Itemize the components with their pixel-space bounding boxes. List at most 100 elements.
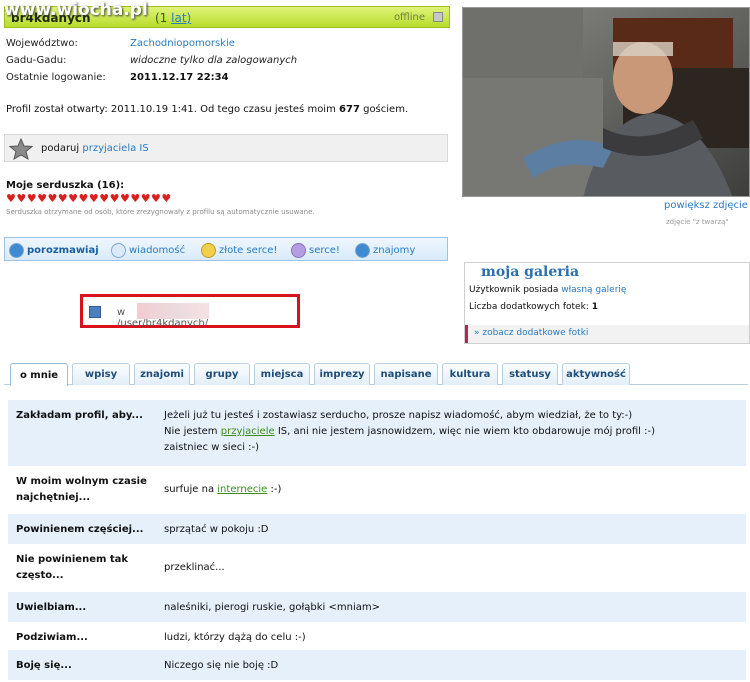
gallery-title: moja galeria: [481, 264, 580, 280]
gallery-box: moja galeria Użytkownik posiada własną g…: [464, 262, 750, 344]
table-row: Uwielbiam... naleśniki, pierogi ruskie, …: [8, 592, 746, 622]
row-value: Niczego się nie boję :D: [164, 660, 279, 671]
row-label: Boję się...: [16, 660, 72, 671]
enlarge-photo-link[interactable]: powiększ zdjęcie: [664, 200, 748, 211]
person-icon: [355, 242, 370, 258]
opened-prefix: Profil został otwarty: 2011.10.19 1:41. …: [6, 104, 336, 115]
link-icon: [89, 306, 101, 318]
chat-label: porozmawiaj: [27, 244, 99, 256]
row-value: sprzątać w pokoju :D: [164, 524, 269, 535]
table-row: Powinienem częściej... sprzątać w pokoju…: [8, 514, 746, 544]
age-prefix: (1: [155, 11, 168, 25]
profile-tabs: o mnie wpisy znajomi grupy miejsca impre…: [4, 355, 748, 386]
hearts-title: Moje serduszka (16):: [6, 180, 125, 191]
row-value-line: Jeżeli już tu jesteś i zostawiasz serduc…: [164, 410, 633, 421]
heart-button[interactable]: serce!: [291, 242, 340, 258]
row-label: Nie powinienem tak często...: [16, 554, 129, 581]
last-login-value: 2011.12.17 22:34: [130, 72, 229, 83]
message-button[interactable]: wiadomość: [111, 242, 185, 258]
watermark-logo: www.wiocha.pl: [4, 0, 148, 20]
status-square-icon: [433, 12, 443, 22]
line-part-after: IS, ani nie jestem jasnowidzem, więc nie…: [274, 426, 656, 437]
row-value-line: zaistniec w sieci :-): [164, 442, 260, 453]
row-value: naleśniki, pierogi ruskie, gołąbki <mnia…: [164, 602, 380, 613]
message-label: wiadomość: [129, 244, 186, 256]
row-label: Podziwiam...: [16, 632, 88, 643]
gold-heart-icon: [201, 242, 216, 258]
gift-friend-row[interactable]: podaruj przyjaciela IS: [4, 134, 448, 162]
gold-heart-label: złote serce!: [219, 244, 278, 256]
region-value[interactable]: Zachodniopomorskie: [130, 38, 235, 49]
last-login-label: Ostatnie logowanie:: [6, 72, 106, 83]
heart-label: serce!: [309, 244, 340, 256]
chat-button[interactable]: porozmawiaj: [9, 242, 99, 258]
tab-imprezy[interactable]: imprezy: [314, 363, 370, 385]
visitor-count: 677: [339, 104, 360, 115]
row-value: Jeżeli już tu jesteś i zostawiasz serduc…: [164, 408, 655, 456]
gallery-more-bar[interactable]: » zobacz dodatkowe fotki: [465, 325, 749, 343]
hearts-note: Serduszka otrzymane od osób, które zrezy…: [6, 208, 315, 216]
envelope-icon: [111, 242, 126, 258]
tab-miejsca[interactable]: miejsca: [254, 363, 310, 385]
chat-icon: [9, 242, 24, 258]
tab-statusy[interactable]: statusy: [502, 363, 558, 385]
censor-blur: [137, 303, 209, 319]
tab-kultura[interactable]: kultura: [442, 363, 498, 385]
tab-wpisy[interactable]: wpisy: [72, 363, 130, 385]
hearts-row: ♥♥♥♥♥♥♥♥♥♥♥♥♥♥♥♥: [6, 192, 172, 205]
profile-photo-image: [463, 8, 749, 196]
tab-grupy[interactable]: grupy: [194, 363, 250, 385]
profile-action-bar: porozmawiaj wiadomość złote serce! serce…: [4, 237, 448, 261]
gallery-more-link[interactable]: » zobacz dodatkowe fotki: [474, 328, 588, 338]
gallery-count-line: Liczba dodatkowych fotek: 1: [469, 302, 598, 312]
heart-icon: [291, 242, 306, 258]
star-icon: [9, 138, 33, 160]
gold-heart-button[interactable]: złote serce!: [201, 242, 277, 258]
region-label: Województwo:: [6, 38, 78, 49]
profile-opened-text: Profil został otwarty: 2011.10.19 1:41. …: [6, 104, 408, 115]
tab-o-mnie[interactable]: o mnie: [10, 363, 68, 386]
age-link[interactable]: lat): [171, 11, 191, 25]
row-label: W moim wolnym czasie najchętniej...: [16, 476, 147, 503]
profile-photo[interactable]: [462, 7, 750, 197]
friends-button[interactable]: znajomy: [355, 242, 415, 258]
row-value: ludzi, którzy dążą do celu :-): [164, 632, 306, 643]
friends-label: znajomy: [373, 244, 416, 256]
row-value-line-linked: Nie jestem przyjaciele IS, ani nie jeste…: [164, 424, 655, 440]
url-prefix: w: [117, 307, 126, 318]
table-row: Nie powinienem tak często... przeklinać.…: [8, 544, 746, 592]
friends-link[interactable]: przyjaciele: [221, 426, 275, 437]
row-value: surfuje na internecie :-): [164, 482, 281, 498]
row-label: Powinienem częściej...: [16, 524, 144, 535]
table-row: Zakładam profil, aby... Jeżeli już tu je…: [8, 400, 746, 466]
table-row: Podziwiam... ludzi, którzy dążą do celu …: [8, 622, 746, 650]
row-label: Uwielbiam...: [16, 602, 87, 613]
profile-url-box[interactable]: w/user/br4kdanych/: [80, 294, 300, 329]
tab-napisane[interactable]: napisane: [374, 363, 438, 385]
gallery-owner-line: Użytkownik posiada własną galerię: [469, 285, 626, 295]
row-value: przeklinać...: [164, 562, 225, 573]
line-part-after: :-): [267, 484, 282, 495]
gift-text: podaruj przyjaciela IS: [41, 143, 149, 154]
gift-label: podaruj: [41, 143, 80, 154]
online-status: offline: [393, 12, 425, 23]
profile-age: (1 lat): [155, 11, 191, 25]
tab-znajomi[interactable]: znajomi: [134, 363, 190, 385]
gift-link[interactable]: przyjaciela IS: [82, 143, 148, 154]
line-part-before: surfuje na: [164, 484, 218, 495]
gallery-line2-prefix: Liczba dodatkowych fotek:: [469, 302, 589, 312]
tab-aktywnosc[interactable]: aktywność: [562, 363, 630, 385]
internet-link[interactable]: internecie: [217, 484, 267, 495]
gallery-link[interactable]: własną galerię: [561, 285, 626, 295]
photo-note: zdjęcie "z twarzą": [666, 218, 729, 226]
gadu-gadu-value: widoczne tylko dla zalogowanych: [130, 55, 298, 66]
gallery-line1-prefix: Użytkownik posiada: [469, 285, 559, 295]
table-row: Boję się... Niczego się nie boję :D: [8, 650, 746, 680]
table-row: W moim wolnym czasie najchętniej... surf…: [8, 466, 746, 514]
row-label: Zakładam profil, aby...: [16, 410, 143, 421]
gadu-gadu-label: Gadu-Gadu:: [6, 55, 67, 66]
opened-suffix: gościem.: [363, 104, 409, 115]
url-path: /user/br4kdanych/: [117, 318, 209, 329]
gallery-count: 1: [591, 302, 598, 312]
line-part-before: Nie jestem: [164, 426, 221, 437]
